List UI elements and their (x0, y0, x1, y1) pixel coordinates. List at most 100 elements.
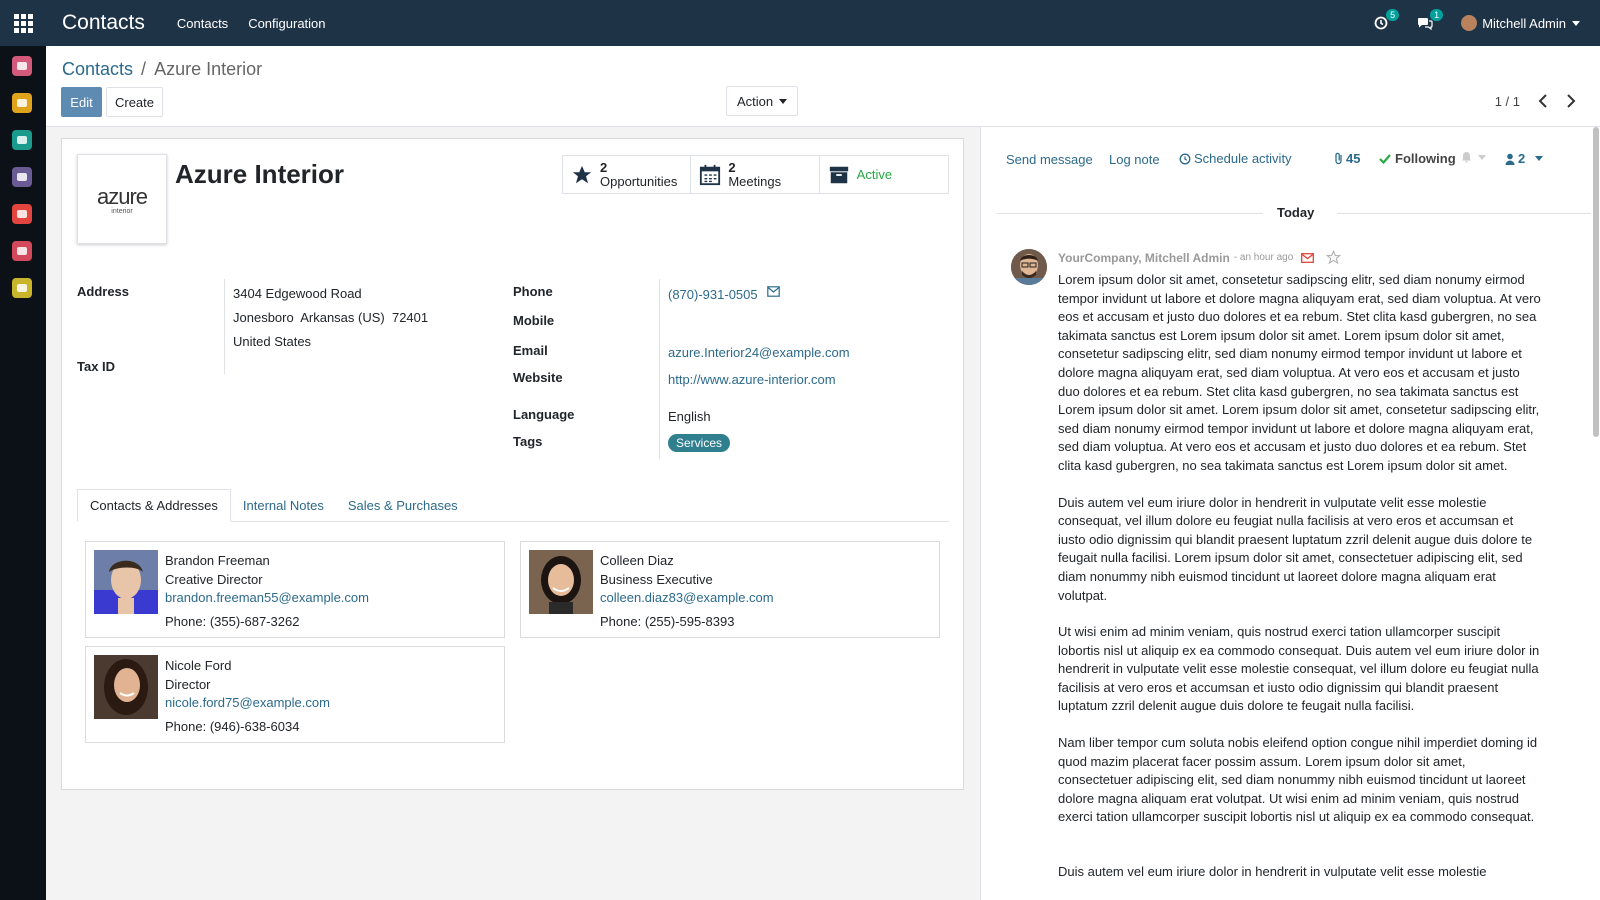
following-button[interactable]: Following (1379, 151, 1456, 166)
tags-label: Tags (513, 434, 543, 449)
meetings-count: 2 (728, 159, 736, 175)
user-icon (1505, 153, 1515, 165)
smart-buttons: 2 Opportunities 2 Meetings Active (562, 155, 949, 194)
contact-photo (529, 550, 593, 614)
field-divider (224, 279, 225, 374)
action-label: Action (736, 93, 774, 109)
message-paragraph: Duis autem vel eum iriure dolor in hendr… (1058, 494, 1533, 603)
date-separator: Today (997, 205, 1591, 221)
followers-button[interactable]: 2 (1505, 151, 1544, 166)
contact-phone: Phone: (946)-638-6034 (165, 718, 300, 734)
log-note-button[interactable]: Log note (1109, 152, 1160, 167)
menu-configuration[interactable]: Configuration (248, 16, 325, 31)
contact-name: Brandon Freeman (165, 553, 270, 568)
chatter-scrollbar[interactable] (1593, 127, 1599, 437)
create-button[interactable]: Create (106, 87, 163, 117)
app-brand[interactable]: Contacts (62, 11, 145, 35)
caret-down-icon (1535, 156, 1544, 161)
contacts-app-icon[interactable] (12, 130, 32, 150)
address-label: Address (77, 284, 130, 299)
author-avatar[interactable] (1011, 249, 1047, 285)
message-author[interactable]: YourCompany, Mitchell Admin (1058, 251, 1230, 265)
activity-badge: 5 (1386, 9, 1400, 21)
menu-contacts[interactable]: Contacts (177, 16, 228, 31)
envelope-icon[interactable] (1301, 252, 1315, 263)
edit-button[interactable]: Edit (61, 87, 102, 117)
website-link[interactable]: http://www.azure-interior.com (668, 372, 836, 387)
address-city-state-zip: Jonesboro Arkansas (US) 72401 (233, 310, 429, 325)
followers-count: 2 (1518, 151, 1526, 166)
discuss-app-icon[interactable] (12, 56, 32, 76)
action-dropdown[interactable]: Action (726, 86, 798, 116)
user-menu[interactable]: Mitchell Admin (1461, 15, 1580, 31)
contact-name: Nicole Ford (165, 658, 232, 673)
documents-app-icon[interactable] (12, 204, 32, 224)
message-paragraph: Duis autem vel eum iriure dolor in hendr… (1058, 864, 1487, 880)
caret-down-icon (779, 98, 788, 104)
partner-logo[interactable]: azure interior (77, 154, 167, 244)
contact-phone: Phone: (255)-595-8393 (600, 613, 735, 629)
field-divider (659, 279, 660, 459)
tab-sales-purchases[interactable]: Sales & Purchases (336, 489, 470, 522)
email-link[interactable]: azure.Interior24@example.com (668, 345, 850, 360)
messages-button[interactable]: 1 (1417, 9, 1444, 31)
contact-card[interactable]: Brandon Freeman Creative Director brando… (85, 541, 505, 638)
crm-app-icon[interactable] (12, 167, 32, 187)
calendar-app-icon[interactable] (12, 93, 32, 113)
star-icon (572, 165, 592, 183)
pager-previous-button[interactable] (1538, 94, 1548, 111)
contact-email-link[interactable]: brandon.freeman55@example.com (165, 589, 369, 608)
attachments-button[interactable]: 45 (1334, 151, 1360, 166)
meetings-label: Meetings (728, 173, 782, 189)
meetings-button[interactable]: 2 Meetings (691, 156, 820, 193)
schedule-activity-button[interactable]: Schedule activity (1179, 151, 1292, 166)
settings-app-icon[interactable] (12, 278, 32, 298)
control-panel: Contacts / Azure Interior Edit Create Acti… (46, 46, 1600, 127)
star-outline-icon[interactable] (1326, 250, 1342, 265)
following-label: Following (1395, 151, 1456, 166)
employees-app-icon[interactable] (12, 241, 32, 261)
apps-menu-button[interactable] (0, 0, 46, 46)
phone-link[interactable]: (870)-931-0505 (668, 287, 758, 302)
tab-contacts-addresses[interactable]: Contacts & Addresses (77, 489, 231, 522)
check-icon (1379, 153, 1391, 164)
user-name: Mitchell Admin (1482, 15, 1566, 31)
opportunities-label: Opportunities (600, 173, 678, 189)
message-paragraph: Nam liber tempor cum soluta nobis eleife… (1058, 735, 1538, 825)
chevron-left-icon (1538, 94, 1547, 108)
contact-title: Director (165, 676, 211, 692)
tag-badge[interactable]: Services (668, 434, 731, 452)
website-label: Website (513, 370, 563, 385)
contact-email-link[interactable]: nicole.ford75@example.com (165, 694, 330, 713)
sms-button[interactable] (767, 285, 780, 300)
archive-icon (829, 166, 848, 183)
contact-name: Colleen Diaz (600, 553, 674, 568)
active-label: Active (856, 166, 893, 182)
apps-grid-icon (13, 13, 33, 33)
contact-title: Business Executive (600, 571, 713, 587)
tab-internal-notes[interactable]: Internal Notes (231, 489, 336, 522)
user-avatar (1461, 15, 1478, 31)
message-header: YourCompany, Mitchell Admin - an hour ag… (1058, 250, 1342, 265)
pager-next-button[interactable] (1566, 94, 1576, 111)
messages-badge: 1 (1430, 9, 1444, 21)
form-sheet: azure interior Azure Interior 2 Opportuni… (61, 138, 964, 790)
language-label: Language (513, 407, 575, 422)
message-time: - an hour ago (1233, 252, 1294, 263)
envelope-icon (767, 286, 780, 297)
opportunities-button[interactable]: 2 Opportunities (563, 156, 692, 193)
contact-email-link[interactable]: colleen.diaz83@example.com (600, 589, 774, 608)
archive-toggle-button[interactable]: Active (820, 156, 948, 193)
paperclip-icon (1335, 152, 1342, 165)
email-label: Email (513, 343, 548, 358)
message-body: Lorem ipsum dolor sit amet, consetetur s… (1058, 271, 1542, 900)
send-message-button[interactable]: Send message (1006, 152, 1093, 167)
contact-photo (94, 550, 158, 614)
pager-value[interactable]: 1 / 1 (1495, 94, 1520, 109)
activity-button[interactable]: 5 (1373, 9, 1400, 31)
caret-down-icon (1478, 154, 1486, 160)
breadcrumb-contacts-link[interactable]: Contacts (62, 59, 133, 79)
contact-card[interactable]: Nicole Ford Director nicole.ford75@examp… (85, 646, 505, 743)
notification-settings-button[interactable] (1461, 151, 1486, 163)
contact-card[interactable]: Colleen Diaz Business Executive colleen.… (520, 541, 940, 638)
